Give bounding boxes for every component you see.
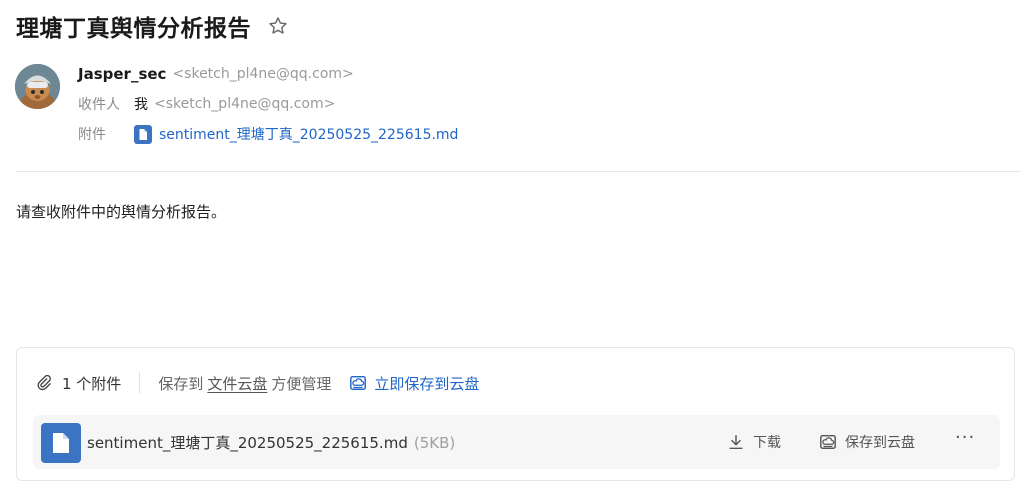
attachment-item-name[interactable]: sentiment_理塘丁真_20250525_225615.md (5KB) [87,432,455,453]
header-separator [139,372,141,394]
save-to-cloud-button[interactable]: 保存到云盘 [819,432,915,452]
sender-avatar[interactable] [15,64,60,109]
email-subject: 理塘丁真舆情分析报告 [16,16,251,42]
recipient-address: <sketch_pl4ne@qq.com> [154,96,336,112]
sender-address: <sketch_pl4ne@qq.com> [172,66,354,82]
save-suffix: 方便管理 [271,374,332,393]
attachments-header: 1 个附件 保存到 文件云盘 方便管理 立即保存到云盘 [35,370,479,396]
attachment-count: 1 个附件 [62,374,122,393]
save-all-to-cloud-button[interactable]: 立即保存到云盘 [349,373,479,394]
save-prefix: 保存到 [158,374,204,393]
header-divider [16,171,1021,172]
attachment-label: 附件 [78,127,106,143]
cloud-disk-icon [349,374,367,392]
save-all-to-cloud-label: 立即保存到云盘 [374,374,480,393]
star-icon[interactable] [267,15,289,37]
attachments-panel: 1 个附件 保存到 文件云盘 方便管理 立即保存到云盘 sentiment_理塘… [16,347,1015,481]
attachment-item-filename: sentiment_理塘丁真_20250525_225615.md [87,434,408,452]
attachment-filename: sentiment_理塘丁真_20250525_225615.md [159,127,459,143]
cloud-disk-icon [819,433,837,451]
more-horizontal-icon: ··· [955,427,976,448]
more-options-button[interactable]: ··· [955,427,975,448]
attachment-item[interactable]: sentiment_理塘丁真_20250525_225615.md (5KB) 下… [33,415,1000,469]
file-cloud-link[interactable]: 文件云盘 [207,373,267,394]
sender-row: Jasper_sec <sketch_pl4ne@qq.com> [78,64,354,84]
attachment-row: 附件 sentiment_理塘丁真_20250525_225615.md [78,124,458,144]
sender-name[interactable]: Jasper_sec [78,65,166,83]
document-icon [134,124,152,144]
document-icon [41,423,81,463]
download-icon [727,433,745,451]
attachment-link[interactable]: sentiment_理塘丁真_20250525_225615.md [134,124,458,144]
download-label: 下载 [753,435,781,451]
paperclip-icon [35,374,53,392]
download-button[interactable]: 下载 [727,432,781,452]
recipient-label: 收件人 [78,97,120,113]
subject-row: 理塘丁真舆情分析报告 [16,10,289,42]
recipient-row: 收件人 我 <sketch_pl4ne@qq.com> [78,94,335,114]
email-body: 请查收附件中的舆情分析报告。 [16,203,227,221]
email-reader: 理塘丁真舆情分析报告 Jasper_sec <sketch_pl4ne@qq.c… [0,0,1021,485]
attachment-item-size: (5KB) [413,434,456,452]
recipient-name[interactable]: 我 [134,94,148,114]
save-to-cloud-label: 保存到云盘 [845,435,915,451]
